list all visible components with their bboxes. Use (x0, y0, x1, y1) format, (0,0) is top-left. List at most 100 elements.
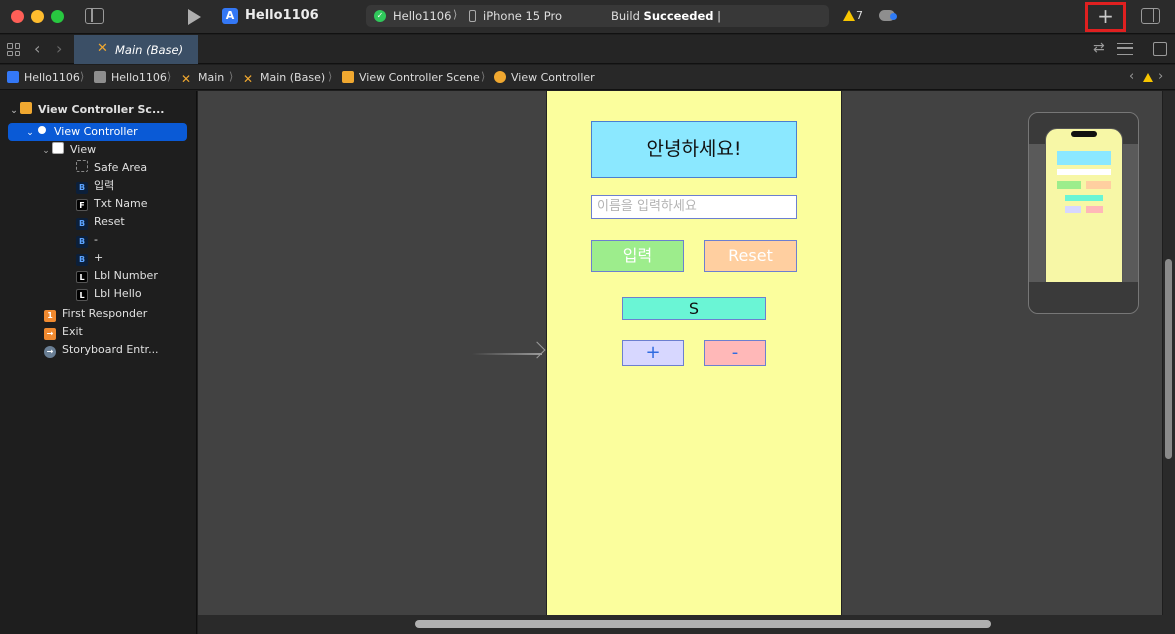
forward-chevron-icon[interactable]: › (56, 39, 62, 58)
outline-label: View Controller (54, 125, 138, 138)
related-items-icon[interactable] (7, 43, 20, 56)
build-status-word: Succeeded (643, 9, 714, 23)
horizontal-scrollbar[interactable] (198, 615, 1163, 634)
minimize-window-button[interactable] (31, 10, 44, 23)
run-destination-selector[interactable]: iPhone 15 Pro (483, 9, 562, 23)
swap-icon[interactable]: ⇄ (1093, 40, 1105, 56)
editor-options-icon[interactable] (1117, 43, 1133, 55)
breadcrumb-project[interactable]: Hello1106 (7, 71, 80, 84)
scheme-selector[interactable]: Hello1106 (393, 9, 451, 23)
outline-label: 입력 (94, 179, 115, 192)
outline-button-reset[interactable]: B Reset (76, 213, 186, 231)
warning-icon[interactable] (1143, 73, 1153, 82)
breadcrumb-scene[interactable]: View Controller Scene (342, 71, 480, 84)
breadcrumb: Hello1106 ⟩ Hello1106 ⟩ ✕ Main ⟩ ✕ Main (B… (0, 65, 1175, 90)
minimap-txt-name (1057, 169, 1111, 175)
dynamic-island (1071, 131, 1097, 137)
reset-button[interactable]: Reset (704, 240, 797, 272)
minimap-reset-button (1086, 181, 1111, 189)
scene-icon (342, 71, 354, 83)
chevron-down-icon[interactable]: ⌄ (24, 124, 36, 142)
input-button[interactable]: 입력 (591, 240, 684, 272)
outline-txt-name[interactable]: F Txt Name (76, 195, 186, 213)
project-name[interactable]: Hello1106 (245, 8, 319, 23)
warning-count[interactable]: 7 (856, 9, 863, 22)
button-icon: B (76, 182, 88, 194)
horizontal-scroll-thumb[interactable] (415, 620, 991, 628)
breadcrumb-view-controller[interactable]: View Controller (494, 71, 595, 84)
outline-view[interactable]: ⌄ View (40, 141, 190, 159)
inspector-toggle-icon[interactable] (1141, 8, 1160, 24)
breadcrumb-separator: ⟩ (167, 70, 172, 83)
chevron-down-icon[interactable]: ⌄ (40, 142, 52, 160)
breadcrumb-storyboard-base[interactable]: ✕ Main (Base) (243, 71, 325, 85)
outline-label: Exit (62, 325, 83, 338)
outline-label: Safe Area (94, 161, 148, 174)
outline-safe-area[interactable]: Safe Area (76, 159, 186, 177)
outline-view-controller[interactable]: ⌄ View Controller (8, 123, 187, 141)
view-controller-scene[interactable]: 안녕하세요! 이름을 입력하세요 입력 Reset S + - (546, 91, 842, 615)
outline-storyboard-entry[interactable]: → Storyboard Entr... (44, 341, 189, 359)
build-status-prefix: Build (611, 9, 640, 23)
arrow-icon: → (44, 346, 56, 358)
breadcrumb-storyboard[interactable]: ✕ Main (181, 71, 224, 85)
vertical-scroll-thumb[interactable] (1165, 259, 1172, 459)
previous-issue-icon[interactable]: ‹ (1129, 69, 1134, 84)
scheme-separator: ⟩ (453, 8, 458, 21)
zoom-window-button[interactable] (51, 10, 64, 23)
outline-first-responder[interactable]: 1 First Responder (44, 305, 189, 323)
minus-button[interactable]: - (704, 340, 766, 366)
plus-button[interactable]: + (622, 340, 684, 366)
close-window-button[interactable] (11, 10, 24, 23)
back-chevron-icon[interactable]: ‹ (34, 39, 40, 58)
breadcrumb-label: Hello1106 (111, 71, 167, 84)
editor-tab-bar: ‹ › ✕ Main (Base) ⇄ (0, 35, 1175, 64)
activity-status-bar[interactable]: ✓ Hello1106 ⟩ iPhone 15 Pro Build Succee… (366, 5, 829, 27)
outline-scene[interactable]: ⌄ View Controller Sc... (8, 101, 193, 119)
outline-button-plus[interactable]: B + (76, 249, 186, 267)
outline-exit[interactable]: → Exit (44, 323, 189, 341)
outline-button-input[interactable]: B 입력 (76, 177, 186, 195)
add-editor-icon[interactable] (1153, 42, 1167, 56)
project-icon (7, 71, 19, 83)
outline-label: View (70, 143, 97, 156)
warning-icon[interactable] (843, 10, 855, 21)
first-responder-icon: 1 (44, 310, 56, 322)
window-titlebar: A Hello1106 ✓ Hello1106 ⟩ iPhone 15 Pro … (0, 0, 1175, 34)
add-library-button[interactable]: + (1085, 2, 1126, 32)
outline-label: First Responder (62, 307, 148, 320)
cloud-sync-icon[interactable] (879, 10, 897, 21)
app-target-icon: A (222, 8, 238, 24)
chevron-down-icon[interactable]: ⌄ (8, 102, 20, 120)
lbl-number[interactable]: S (622, 297, 766, 320)
storyboard-icon: ✕ (243, 72, 254, 86)
lbl-hello[interactable]: 안녕하세요! (591, 121, 797, 178)
breadcrumb-label: View Controller (511, 71, 595, 84)
outline-lbl-hello[interactable]: L Lbl Hello (76, 285, 186, 303)
scene-icon (20, 102, 32, 114)
breadcrumb-separator: ⟩ (80, 70, 85, 83)
storyboard-canvas[interactable]: 안녕하세요! 이름을 입력하세요 입력 Reset S + - (198, 91, 1162, 615)
minimap-minus-button (1086, 206, 1103, 213)
minimap-plus-button (1065, 206, 1081, 213)
tab-main-base[interactable]: ✕ Main (Base) (74, 35, 198, 64)
view-controller-icon (494, 71, 506, 83)
vertical-scrollbar[interactable] (1163, 91, 1175, 634)
minimap-phone (1045, 128, 1123, 297)
outline-label: + (94, 251, 104, 264)
run-button[interactable] (188, 9, 201, 25)
outline-label: Reset (94, 215, 125, 228)
outline-lbl-number[interactable]: L Lbl Number (76, 267, 186, 285)
exit-icon: → (44, 328, 56, 340)
navigator-toggle-icon[interactable] (85, 8, 104, 24)
outline-button-minus[interactable]: B- (76, 231, 186, 249)
next-issue-icon[interactable]: › (1158, 69, 1163, 84)
canvas-minimap[interactable] (1028, 112, 1139, 314)
view-icon (52, 142, 64, 154)
breadcrumb-label: Hello1106 (24, 71, 80, 84)
breadcrumb-folder[interactable]: Hello1106 (94, 71, 167, 84)
minimap-lbl-number (1065, 195, 1103, 201)
safe-area-icon (76, 160, 88, 172)
txt-name-field[interactable]: 이름을 입력하세요 (591, 195, 797, 219)
outline-label: Txt Name (94, 197, 148, 210)
